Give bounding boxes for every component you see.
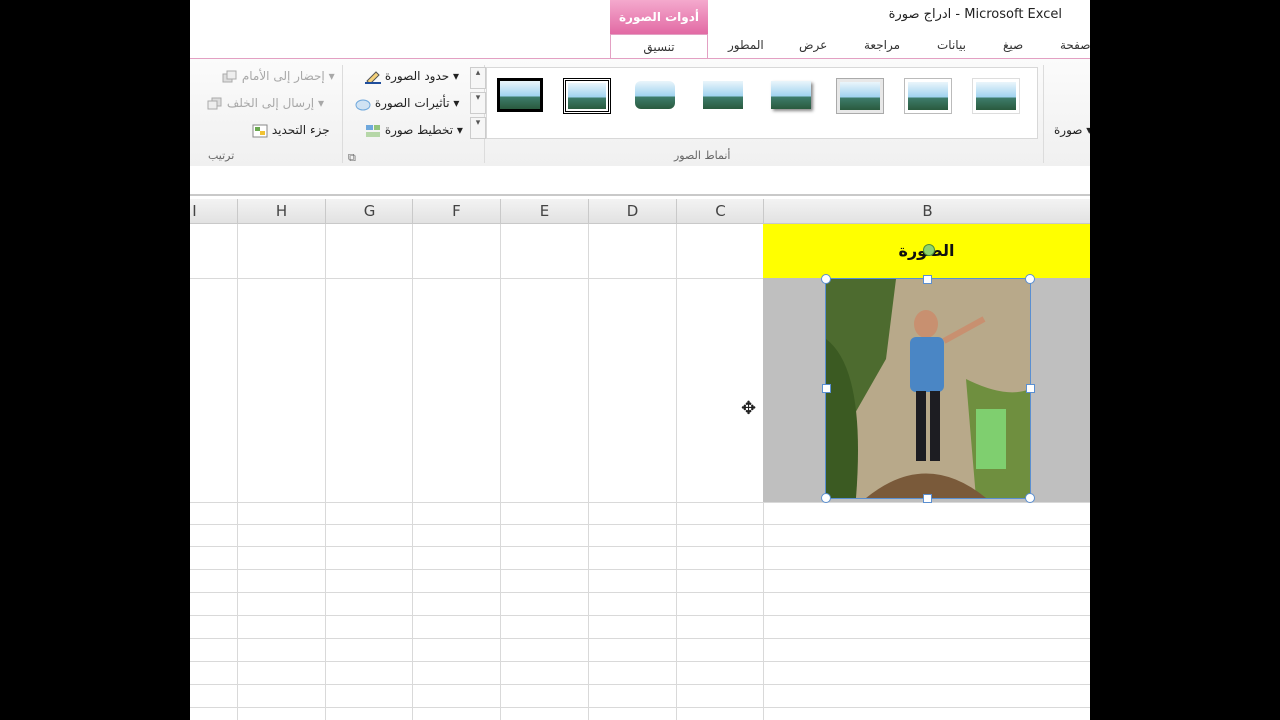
gridline	[190, 502, 1090, 503]
send-backward-button[interactable]: ▾ إرسال إلى الخلف	[203, 96, 324, 111]
picture-style-double-frame[interactable]	[563, 78, 611, 114]
gallery-scroll-down-icon[interactable]: ▾	[470, 92, 486, 114]
column-header-g[interactable]: G	[325, 199, 413, 223]
tab-developer[interactable]: المطور	[728, 38, 764, 52]
tab-data[interactable]: بيانات	[937, 38, 966, 52]
dropdown-arrow-icon: ▾	[449, 96, 460, 110]
effects-icon	[355, 97, 371, 111]
layout-icon	[365, 124, 381, 138]
window-title: Microsoft Excel - ادراج صورة	[888, 7, 1062, 22]
ribbon: ▾ إحضار إلى الأمام ▾ إرسال إلى الخلف جزء…	[190, 58, 1090, 168]
dialog-launcher-icon[interactable]: ⧉	[348, 151, 356, 165]
gridline	[190, 615, 1090, 616]
gridline	[190, 546, 1090, 547]
inserted-photo[interactable]	[825, 278, 1031, 499]
gridline	[190, 524, 1090, 525]
picture-styles-gallery	[486, 67, 1038, 139]
column-header-b[interactable]: B	[763, 199, 1090, 223]
gridline	[588, 224, 589, 720]
tab-formulas[interactable]: صيغ	[1003, 38, 1023, 52]
ribbon-tabs: تنسيق المطور عرض مراجعة بيانات صيغ صفحة	[190, 34, 1090, 61]
send-backward-icon	[207, 97, 223, 111]
picture-style-reflected[interactable]	[700, 78, 746, 112]
column-header-c[interactable]: C	[676, 199, 764, 223]
gallery-scroll-up-icon[interactable]: ▴	[470, 67, 486, 89]
column-header-d[interactable]: D	[588, 199, 676, 223]
adjust-partial-button[interactable]: ▾ صورة	[1054, 123, 1090, 137]
rotate-handle-icon[interactable]	[923, 244, 935, 256]
gridline	[190, 661, 1090, 662]
excel-window: Microsoft Excel - ادراج صورة أدوات الصور…	[190, 0, 1090, 720]
dropdown-arrow-icon: ▾	[324, 69, 335, 83]
gridline	[190, 638, 1090, 639]
resize-handle-bottom-right[interactable]	[1025, 493, 1035, 503]
picture-styles-group-label: أنماط الصور	[674, 149, 731, 162]
resize-handle-top-right[interactable]	[1025, 274, 1035, 284]
formula-bar[interactable]	[190, 166, 1090, 196]
resize-handle-left[interactable]	[822, 384, 831, 393]
picture-style-shadow[interactable]	[768, 78, 814, 112]
gridline	[412, 224, 413, 720]
tab-page[interactable]: صفحة	[1060, 38, 1090, 52]
resize-handle-top-left[interactable]	[821, 274, 831, 284]
move-cursor-icon: ✥	[741, 398, 757, 419]
column-header-f[interactable]: F	[412, 199, 500, 223]
gridline	[190, 684, 1090, 685]
column-header-h[interactable]: H	[237, 199, 325, 223]
bring-forward-button[interactable]: ▾ إحضار إلى الأمام	[218, 69, 335, 84]
column-header-e[interactable]: E	[500, 199, 588, 223]
dropdown-arrow-icon: ▾	[1086, 123, 1090, 137]
gridline	[676, 224, 677, 720]
gridline	[190, 707, 1090, 708]
picture-effects-button[interactable]: ▾ تأثيرات الصورة	[351, 96, 459, 111]
group-separator	[342, 65, 343, 163]
picture-layout-button[interactable]: ▾ تخطيط صورة	[361, 123, 463, 138]
picture-style-simple-frame[interactable]	[972, 78, 1020, 114]
picture-border-button[interactable]: ▾ حدود الصورة	[361, 69, 460, 85]
selection-pane-icon	[252, 124, 268, 138]
resize-handle-bottom[interactable]	[923, 494, 932, 503]
gridline	[237, 224, 238, 720]
column-headers: I H G F E D C B	[190, 199, 1090, 224]
tab-format[interactable]: تنسيق	[610, 34, 708, 61]
tab-review[interactable]: مراجعة	[864, 38, 900, 52]
gridline	[190, 592, 1090, 593]
group-separator	[1043, 65, 1044, 163]
dropdown-arrow-icon: ▾	[314, 96, 324, 110]
resize-handle-bottom-left[interactable]	[821, 493, 831, 503]
selection-pane-button[interactable]: جزء التحديد	[248, 123, 330, 138]
picture-style-bevel[interactable]	[836, 78, 884, 114]
gallery-more-icon[interactable]: ▾	[470, 117, 486, 139]
arrange-group-label: ترتيب	[208, 149, 235, 162]
dropdown-arrow-icon: ▾	[453, 123, 463, 137]
photo-content-icon	[826, 279, 1030, 498]
gridline	[190, 569, 1090, 570]
gridline	[500, 224, 501, 720]
resize-handle-top[interactable]	[923, 275, 932, 284]
bring-forward-icon	[222, 70, 238, 84]
picture-style-white-frame[interactable]	[904, 78, 952, 114]
gridline	[325, 224, 326, 720]
picture-style-soft-edge[interactable]	[632, 78, 678, 112]
worksheet-grid[interactable]: الصورة ✥	[190, 224, 1090, 720]
picture-style-black-frame[interactable]	[497, 78, 543, 112]
picture-tools-header: أدوات الصورة	[610, 0, 708, 34]
resize-handle-right[interactable]	[1026, 384, 1035, 393]
column-header-i[interactable]: I	[190, 199, 238, 223]
tab-view[interactable]: عرض	[799, 38, 827, 52]
pencil-icon	[365, 70, 381, 85]
title-bar: Microsoft Excel - ادراج صورة أدوات الصور…	[190, 0, 1090, 34]
dropdown-arrow-icon: ▾	[449, 69, 460, 83]
